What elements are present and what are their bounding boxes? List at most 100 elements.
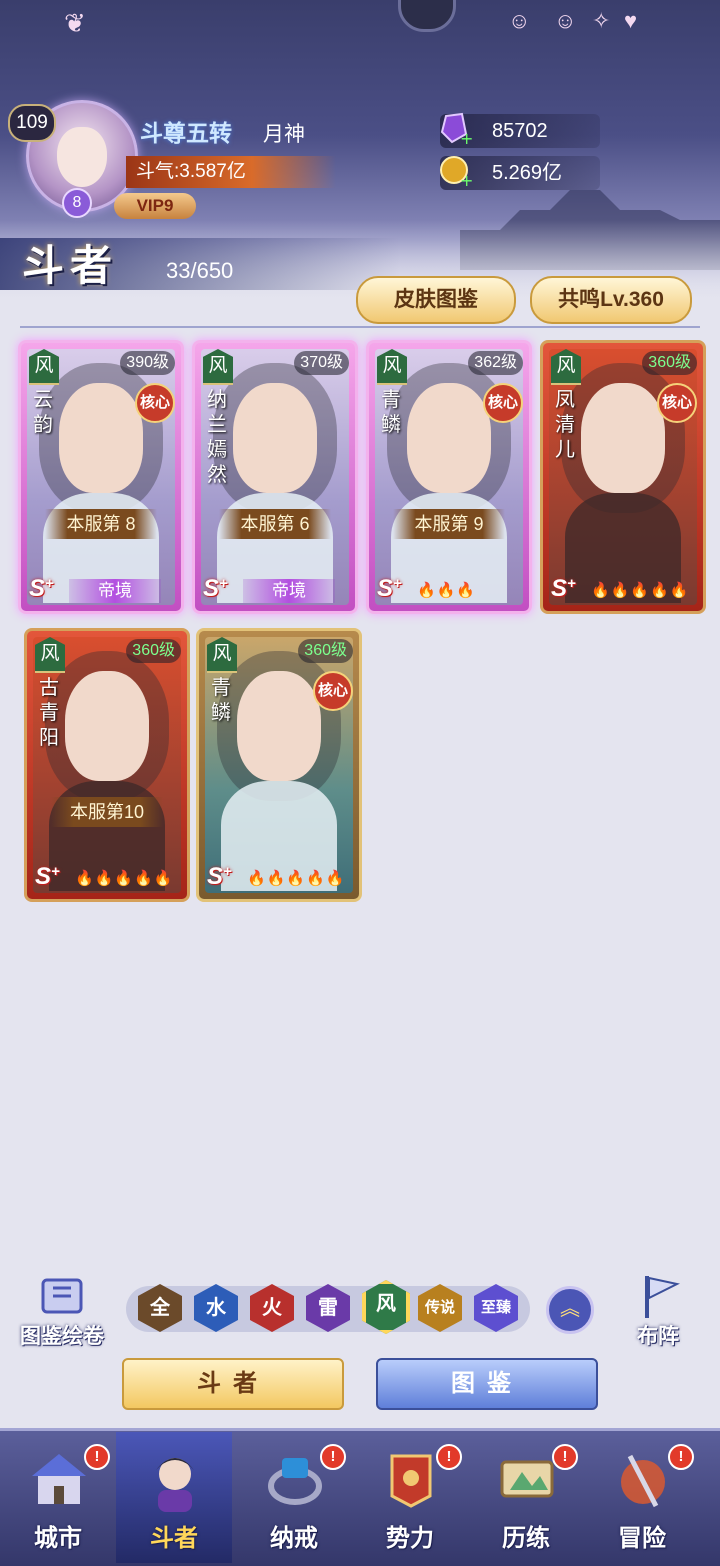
alert-badge: ! (436, 1444, 462, 1470)
vip-badge[interactable]: VIP9 (114, 193, 196, 219)
gold-counter[interactable]: + 5.269亿 (440, 156, 600, 190)
flag-icon (645, 1276, 680, 1318)
map-scroll-icon (500, 1460, 554, 1498)
flame-stars: 🔥🔥🔥 (417, 582, 477, 599)
character-portrait (233, 383, 317, 493)
player-title: 斗尊五转 (140, 120, 232, 146)
nav-training[interactable]: ! 历练 (468, 1432, 584, 1563)
card-level: 370级 (294, 351, 349, 375)
grade-badge: S+ (29, 575, 54, 602)
card-name: 古青阳 (39, 675, 59, 749)
nav-label: 纳戒 (270, 1525, 318, 1552)
player-name: 月神 (263, 123, 305, 146)
core-badge: 核心 (657, 383, 697, 423)
server-rank: 本服第10 (51, 797, 163, 827)
grade-badge: S+ (207, 863, 232, 890)
formation-label: 布阵 (637, 1325, 679, 1348)
fighter-portrait-icon (156, 1458, 194, 1512)
spark-icon: ✧ (592, 8, 611, 33)
city-icon (32, 1454, 86, 1504)
player-level: 109 (8, 104, 56, 142)
nav-fighters[interactable]: 斗者 (116, 1432, 232, 1563)
fighter-card[interactable]: 风 360级 青鳞 核心 S+ 🔥🔥🔥🔥🔥 (196, 628, 362, 902)
fighter-card[interactable]: 风 362级 青鳞 核心 本服第 9 S+ 🔥🔥🔥 (366, 340, 532, 614)
character-portrait (237, 671, 321, 781)
nav-city[interactable]: ! 城市 (0, 1432, 116, 1563)
server-rank: 本服第 6 (219, 509, 331, 539)
rank-badge: 8 (62, 188, 92, 218)
grade-badge: S+ (377, 575, 402, 602)
character-portrait (65, 671, 149, 781)
svg-text:+: + (460, 129, 472, 146)
nav-label: 斗者 (150, 1525, 198, 1552)
ring-icon (268, 1458, 322, 1505)
resonance-button[interactable]: 共鸣Lv.360 (530, 276, 692, 324)
nav-label: 势力 (386, 1525, 434, 1552)
card-level: 360级 (126, 639, 181, 663)
card-name: 纳兰嫣然 (207, 387, 227, 486)
core-badge: 核心 (135, 383, 175, 423)
flame-stars: 🔥🔥🔥🔥🔥 (75, 870, 174, 887)
card-level: 390级 (120, 351, 175, 375)
nav-faction[interactable]: ! 势力 (352, 1432, 468, 1563)
core-badge: 核心 (483, 383, 523, 423)
alert-badge: ! (84, 1444, 110, 1470)
card-level: 360级 (642, 351, 697, 375)
card-level: 360级 (298, 639, 353, 663)
character-portrait (581, 383, 665, 493)
card-name: 青鳞 (381, 387, 401, 436)
flame-stars: 🔥🔥🔥🔥🔥 (247, 870, 346, 887)
collapse-up-button[interactable]: ︽ (546, 1286, 594, 1334)
gold-amount: 5.269亿 (492, 162, 563, 184)
nav-label: 历练 (502, 1525, 550, 1552)
fighter-card[interactable]: 风 360级 古青阳 本服第10 S+ 🔥🔥🔥🔥🔥 (24, 628, 190, 902)
fighter-card[interactable]: 风 370级 纳兰嫣然 本服第 6 S+ 帝境 (192, 340, 358, 614)
butterfly-icon: ❦ (64, 8, 86, 38)
gold-coin-icon: + (440, 156, 472, 188)
fighter-card[interactable]: 风 360级 凤清儿 核心 S+ 🔥🔥🔥🔥🔥 (540, 340, 706, 614)
atlas-scroll-button[interactable]: 图鉴绘卷 (14, 1272, 110, 1352)
nav-label: 冒险 (618, 1525, 666, 1552)
nav-label: 城市 (34, 1525, 82, 1552)
cat-face-icon: ☺ (554, 8, 577, 33)
card-level: 362级 (468, 351, 523, 375)
scroll-icon (41, 1278, 83, 1314)
realm-label: 帝境 (243, 579, 335, 603)
grade-badge: S+ (35, 863, 60, 890)
cat-icon: ☺ (508, 8, 531, 33)
server-rank: 本服第 8 (45, 509, 157, 539)
grade-badge: S+ (551, 575, 576, 602)
card-name: 青鳞 (211, 675, 231, 724)
faction-banner-icon (390, 1454, 432, 1508)
skin-atlas-button[interactable]: 皮肤图鉴 (356, 276, 516, 324)
nav-adventure[interactable]: ! 冒险 (584, 1432, 700, 1563)
fighter-card[interactable]: 风 390级 云韵 核心 本服第 8 S+ 帝境 (18, 340, 184, 614)
atlas-scroll-label: 图鉴绘卷 (20, 1325, 104, 1348)
alert-badge: ! (320, 1444, 346, 1470)
atlas-tab-button[interactable]: 图鉴 (376, 1358, 598, 1410)
core-badge: 核心 (313, 671, 353, 711)
gem-amount: 85702 (492, 120, 548, 142)
combat-power: 斗气:3.587亿 (126, 156, 336, 188)
alert-badge: ! (668, 1444, 694, 1470)
gem-counter[interactable]: + 85702 (440, 112, 600, 148)
fighters-tab-button[interactable]: 斗者 (122, 1358, 344, 1410)
server-rank: 本服第 9 (393, 509, 505, 539)
character-portrait (407, 383, 491, 493)
purple-gem-icon: + (440, 112, 472, 146)
fighter-count: 33/650 (166, 258, 234, 283)
card-name: 凤清儿 (555, 387, 575, 461)
adventure-sword-icon (621, 1454, 665, 1508)
section-divider (20, 326, 700, 328)
heart-icon: ♥ (624, 8, 638, 33)
formation-button[interactable]: 布阵 (610, 1272, 706, 1352)
character-portrait (59, 383, 143, 493)
grade-badge: S+ (203, 575, 228, 602)
flame-stars: 🔥🔥🔥🔥🔥 (591, 582, 690, 599)
realm-label: 帝境 (69, 579, 161, 603)
section-title: 斗者 (22, 241, 119, 290)
alert-badge: ! (552, 1444, 578, 1470)
nav-ring[interactable]: ! 纳戒 (236, 1432, 352, 1563)
svg-text:+: + (460, 171, 472, 188)
card-name: 云韵 (33, 387, 53, 436)
